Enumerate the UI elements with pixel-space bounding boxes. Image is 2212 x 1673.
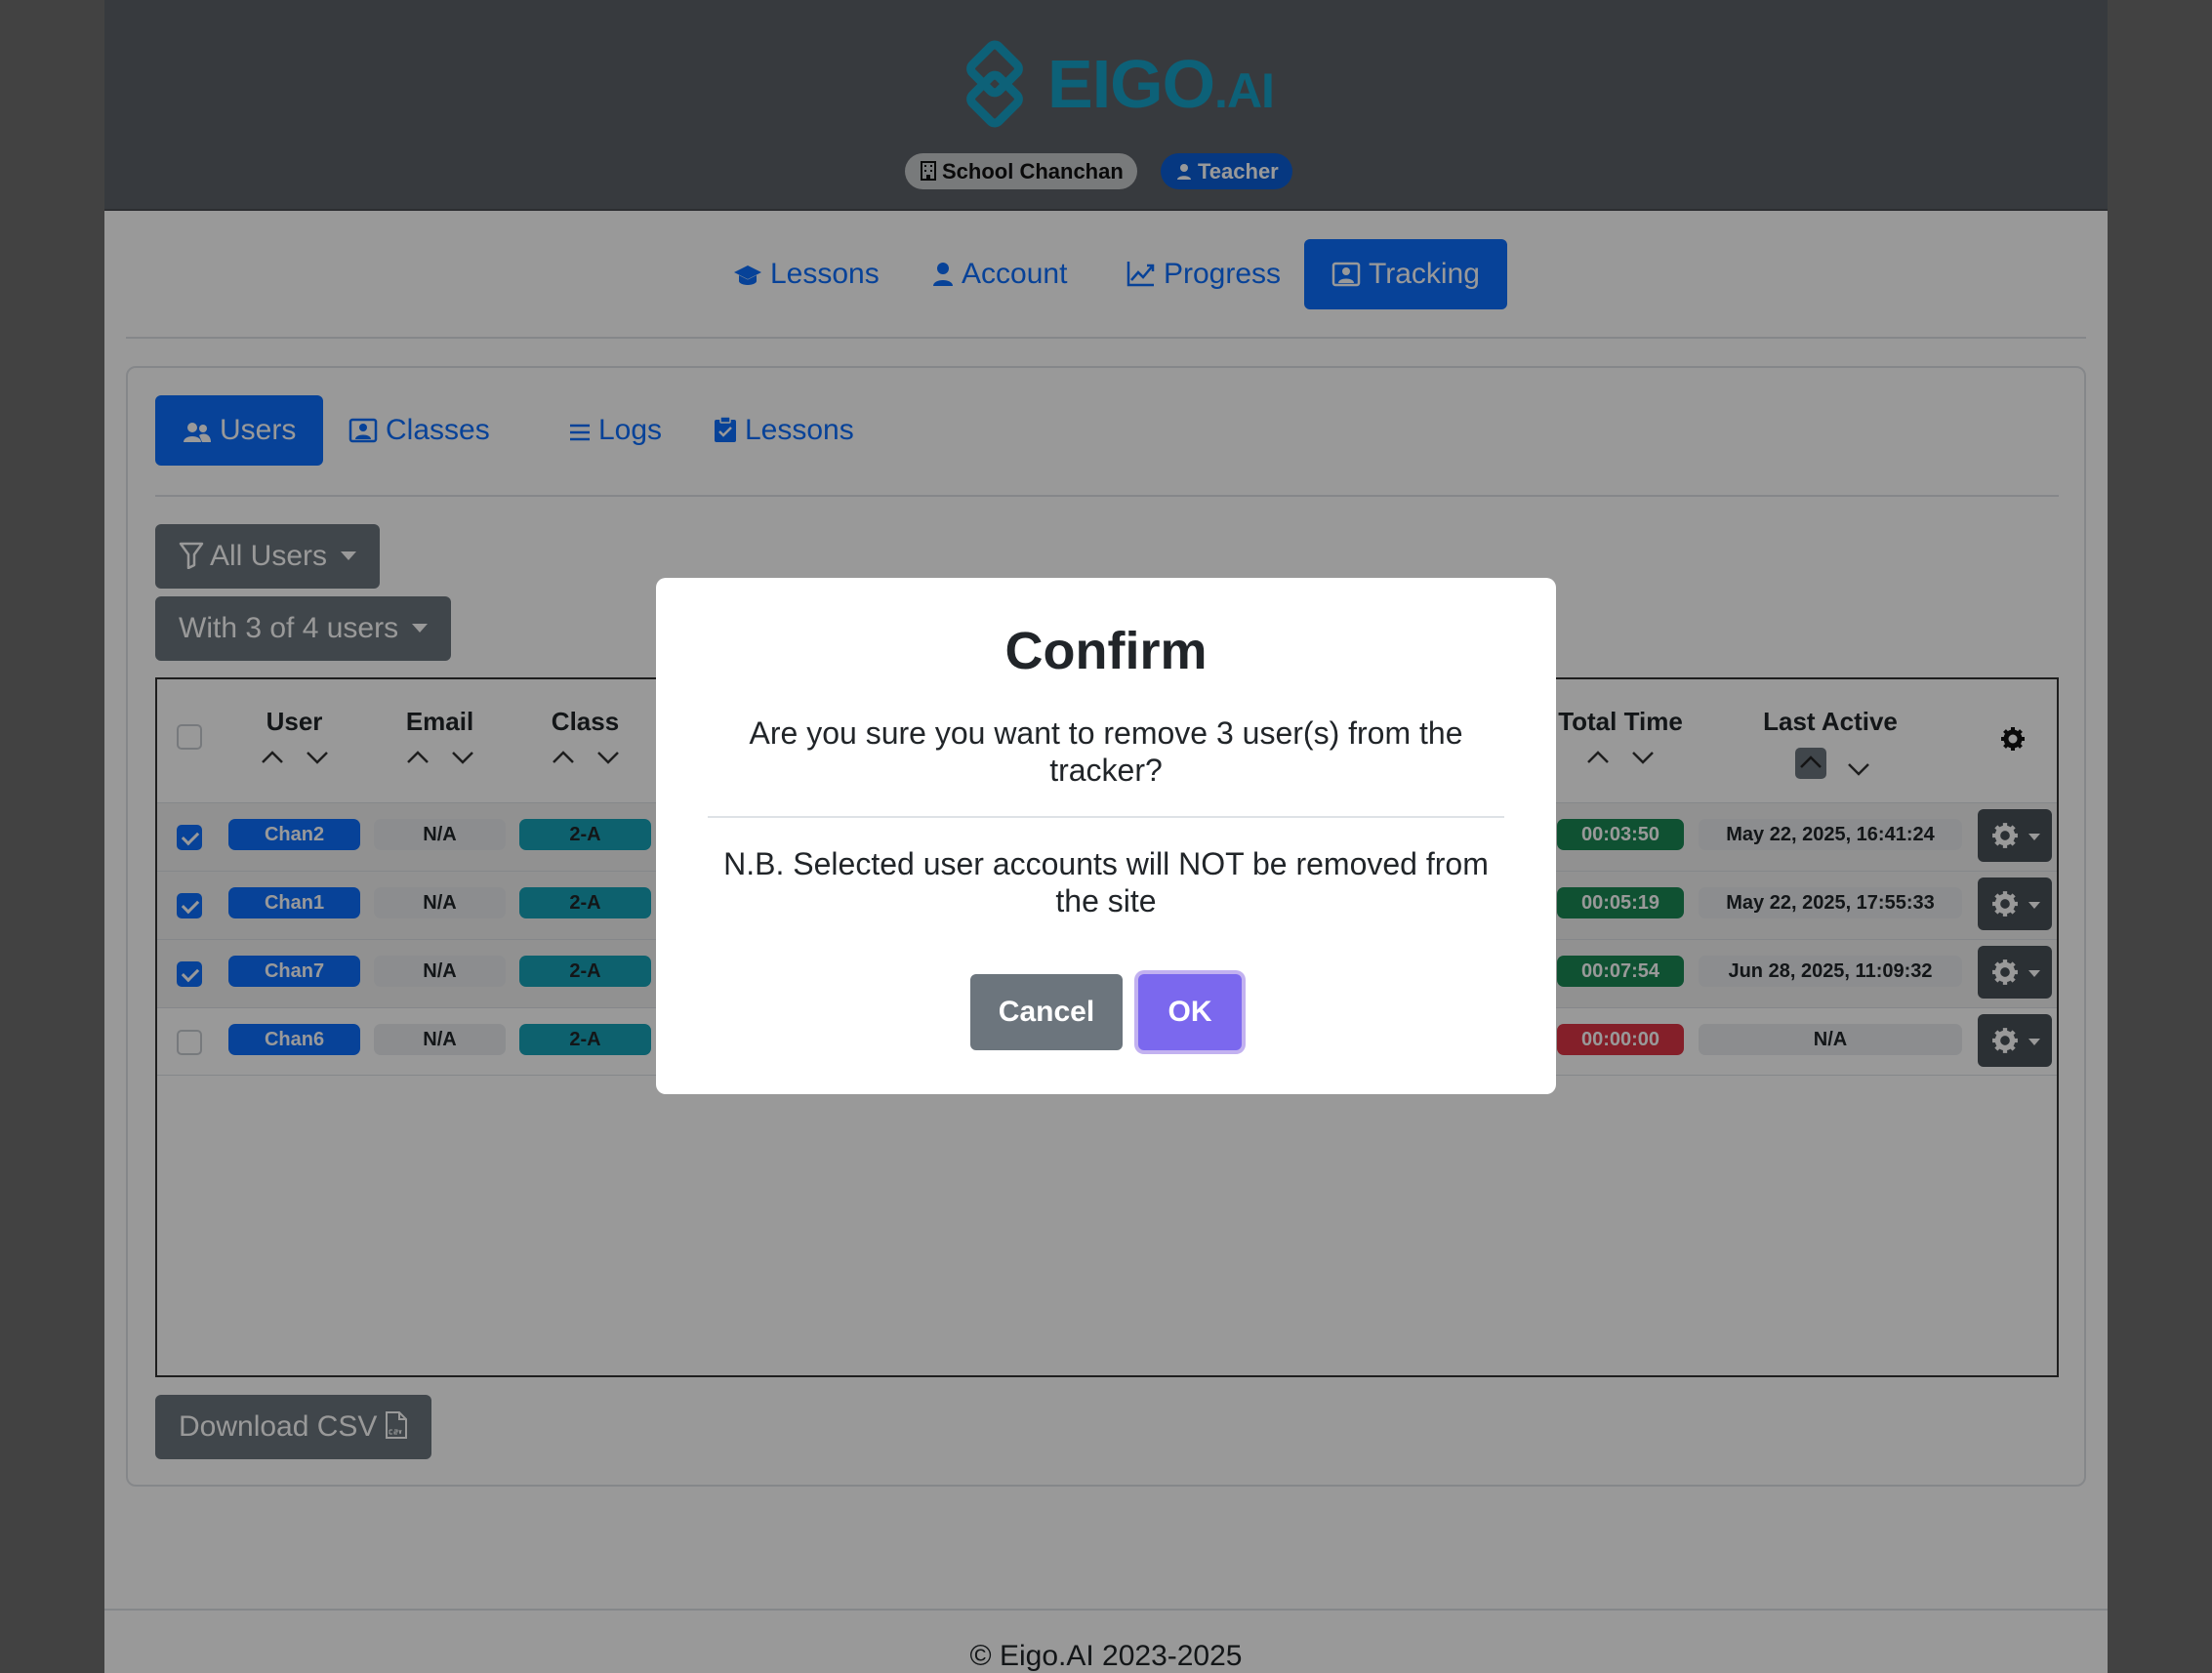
cancel-button[interactable]: Cancel bbox=[970, 974, 1123, 1050]
ok-button[interactable]: OK bbox=[1138, 974, 1242, 1050]
confirm-modal: Confirm Are you sure you want to remove … bbox=[656, 578, 1556, 1094]
modal-divider bbox=[708, 816, 1504, 818]
modal-message: Are you sure you want to remove 3 user(s… bbox=[749, 715, 1463, 788]
modal-note: N.B. Selected user accounts will NOT be … bbox=[723, 846, 1489, 918]
modal-title: Confirm bbox=[1004, 622, 1208, 680]
